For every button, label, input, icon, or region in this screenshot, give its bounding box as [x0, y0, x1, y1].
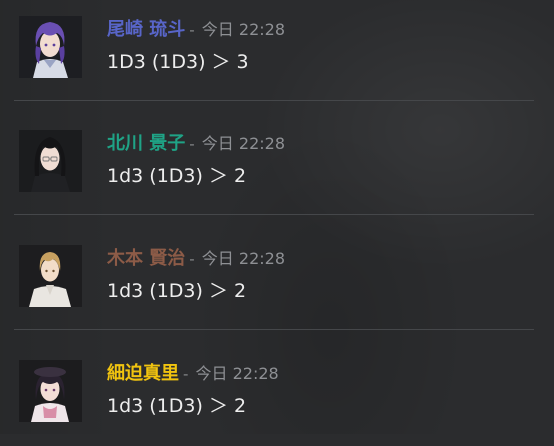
- separator: -: [189, 250, 195, 268]
- separator: -: [183, 365, 189, 383]
- avatar[interactable]: [19, 130, 82, 192]
- message-item: 細迫真里 - 今日 22:28 1d3 (1D3) ＞ 2: [0, 344, 554, 446]
- timestamp: 今日 22:28: [201, 20, 285, 39]
- message-feed: 尾崎 琉斗 - 今日 22:28 1D3 (1D3) ＞ 3 北川 景子 - 今日 …: [0, 0, 554, 434]
- username[interactable]: 細迫真里: [107, 363, 179, 384]
- avatar[interactable]: [19, 360, 82, 422]
- avatar-dark-hair-hat-character-icon: [19, 360, 82, 422]
- message-header: 尾崎 琉斗 - 今日 22:28: [107, 16, 285, 44]
- message-header: 木本 賢治 - 今日 22:28: [107, 245, 285, 273]
- username[interactable]: 木本 賢治: [107, 248, 185, 269]
- message-divider: [14, 329, 534, 330]
- separator: -: [189, 21, 195, 39]
- timestamp: 今日 22:28: [201, 249, 285, 268]
- separator: -: [189, 135, 195, 153]
- message-divider: [14, 214, 534, 215]
- message-content: 1d3 (1D3) ＞ 2: [107, 280, 247, 302]
- avatar-blond-hair-character-icon: [19, 245, 82, 307]
- message-item: 木本 賢治 - 今日 22:28 1d3 (1D3) ＞ 2: [0, 229, 554, 331]
- message-item: 尾崎 琉斗 - 今日 22:28 1D3 (1D3) ＞ 3: [0, 0, 554, 102]
- message-content: 1D3 (1D3) ＞ 3: [107, 51, 249, 73]
- avatar-purple-hair-character-icon: [19, 16, 82, 78]
- message-header: 北川 景子 - 今日 22:28: [107, 130, 285, 158]
- timestamp: 今日 22:28: [201, 134, 285, 153]
- avatar-black-hair-glasses-character-icon: [19, 130, 82, 192]
- username[interactable]: 北川 景子: [107, 133, 185, 154]
- timestamp: 今日 22:28: [195, 364, 279, 383]
- avatar[interactable]: [19, 245, 82, 307]
- message-header: 細迫真里 - 今日 22:28: [107, 360, 279, 388]
- message-item: 北川 景子 - 今日 22:28 1d3 (1D3) ＞ 2: [0, 114, 554, 216]
- avatar[interactable]: [19, 16, 82, 78]
- message-content: 1d3 (1D3) ＞ 2: [107, 395, 247, 417]
- message-content: 1d3 (1D3) ＞ 2: [107, 165, 247, 187]
- message-divider: [14, 100, 534, 101]
- username[interactable]: 尾崎 琉斗: [107, 19, 185, 40]
